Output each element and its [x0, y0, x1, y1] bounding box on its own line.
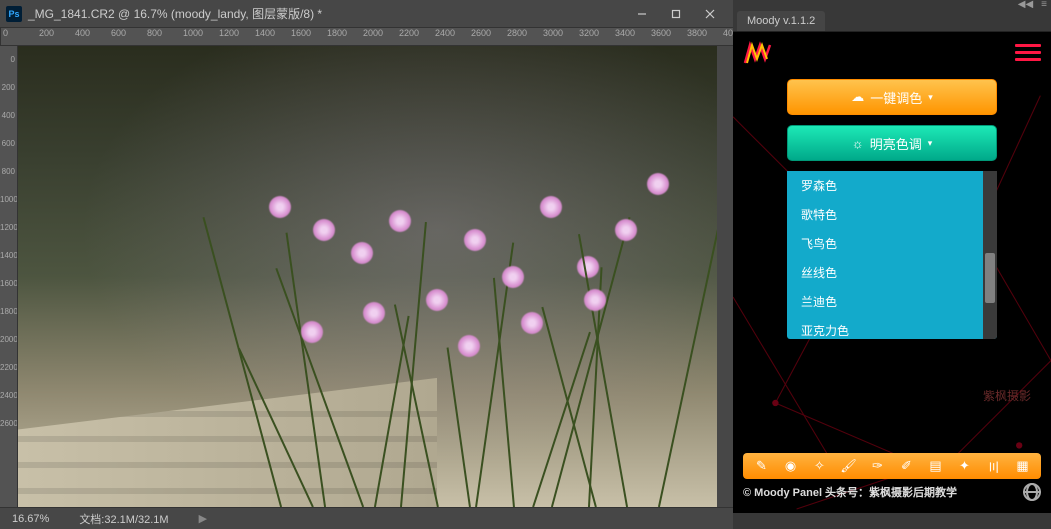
canvas-viewport[interactable] [18, 46, 717, 507]
preset-item[interactable]: 飞鸟色 [787, 229, 983, 258]
preset-item[interactable]: 兰迪色 [787, 287, 983, 316]
onekey-label: 一键调色 [870, 88, 922, 107]
caret-down-icon: ▾ [928, 138, 933, 149]
preset-dropdown: 罗森色歌特色飞鸟色丝线色兰迪色亚克力色艾比色尼比鱼色 [787, 171, 997, 339]
scrollbar-vertical[interactable] [717, 46, 733, 507]
hamburger-menu-icon[interactable] [1015, 40, 1041, 65]
close-button[interactable] [693, 2, 727, 26]
panel-tabs: Moody v.1.1.2 [733, 8, 1051, 32]
caret-down-icon: ▾ [928, 92, 933, 103]
watermark-text: 紫枫摄影 [983, 387, 1031, 404]
preset-item[interactable]: 罗森色 [787, 171, 983, 200]
brush2-icon[interactable]: ✐ [898, 457, 916, 475]
globe-icon[interactable] [1023, 483, 1041, 501]
sparkle-icon[interactable]: ✦ [956, 457, 974, 475]
statusbar-caret[interactable]: ▶ [199, 512, 207, 525]
sun-icon: ☼ [852, 136, 864, 151]
ruler-horizontal[interactable]: 0200400600800100012001400160018002000220… [0, 28, 733, 46]
onekey-color-button[interactable]: ☁ 一键调色 ▾ [787, 79, 997, 115]
titlebar[interactable]: Ps _MG_1841.CR2 @ 16.7% (moody_landy, 图层… [0, 0, 733, 28]
ruler-vertical[interactable]: 0200400600800100012001400160018002000220… [0, 46, 18, 507]
grid-icon[interactable]: ▦ [1014, 457, 1032, 475]
canvas-area: 0200400600800100012001400160018002000220… [0, 28, 733, 507]
tool-toolbar: ✎ ◉ ✧ 🖌 ✑ ✐ ▤ ✦ 〣 ▦ [743, 453, 1041, 479]
minimize-button[interactable] [625, 2, 659, 26]
extension-panel-area: ◀◀ ≡ Moody v.1.1.2 ☁ 一键调色 ▾ ☼ [733, 0, 1051, 529]
preset-item[interactable]: 丝线色 [787, 258, 983, 287]
statusbar: 16.67% 文档:32.1M/32.1M ▶ [0, 507, 733, 529]
camera-icon[interactable]: ◉ [782, 457, 800, 475]
panel-topstrip: ◀◀ ≡ [733, 0, 1051, 8]
zoom-level[interactable]: 16.67% [12, 513, 49, 525]
paint-icon[interactable]: 🖌 [840, 457, 858, 475]
wand-icon[interactable]: ✧ [811, 457, 829, 475]
moody-panel-body: ☁ 一键调色 ▾ ☼ 明亮色调 ▾ 罗森色歌特色飞鸟色丝线色兰迪色亚克力色艾比色… [733, 32, 1051, 513]
copyright-text: © Moody Panel 头条号：紫枫摄影后期教学 [743, 484, 957, 500]
doc-size[interactable]: 文档:32.1M/32.1M [79, 511, 168, 527]
dropdown-scrollbar[interactable] [983, 171, 997, 339]
cloud-icon: ☁ [851, 89, 864, 105]
bright-label: 明亮色调 [870, 134, 922, 153]
preset-item[interactable]: 亚克力色 [787, 316, 983, 339]
photoshop-icon: Ps [6, 6, 22, 22]
scrollbar-thumb[interactable] [985, 253, 995, 303]
pen-icon[interactable]: ✑ [869, 457, 887, 475]
moody-logo-icon [743, 41, 773, 65]
document-title: _MG_1841.CR2 @ 16.7% (moody_landy, 图层蒙版/… [28, 5, 625, 22]
photoshop-window: Ps _MG_1841.CR2 @ 16.7% (moody_landy, 图层… [0, 0, 733, 529]
panel-bottom-strip [733, 513, 1051, 529]
tab-moody[interactable]: Moody v.1.1.2 [737, 11, 825, 31]
ruler-icon[interactable]: 〣 [985, 457, 1003, 475]
maximize-button[interactable] [659, 2, 693, 26]
brush-icon[interactable]: ✎ [753, 457, 771, 475]
preset-item[interactable]: 歌特色 [787, 200, 983, 229]
bright-tone-button[interactable]: ☼ 明亮色调 ▾ [787, 125, 997, 161]
gradient-icon[interactable]: ▤ [927, 457, 945, 475]
